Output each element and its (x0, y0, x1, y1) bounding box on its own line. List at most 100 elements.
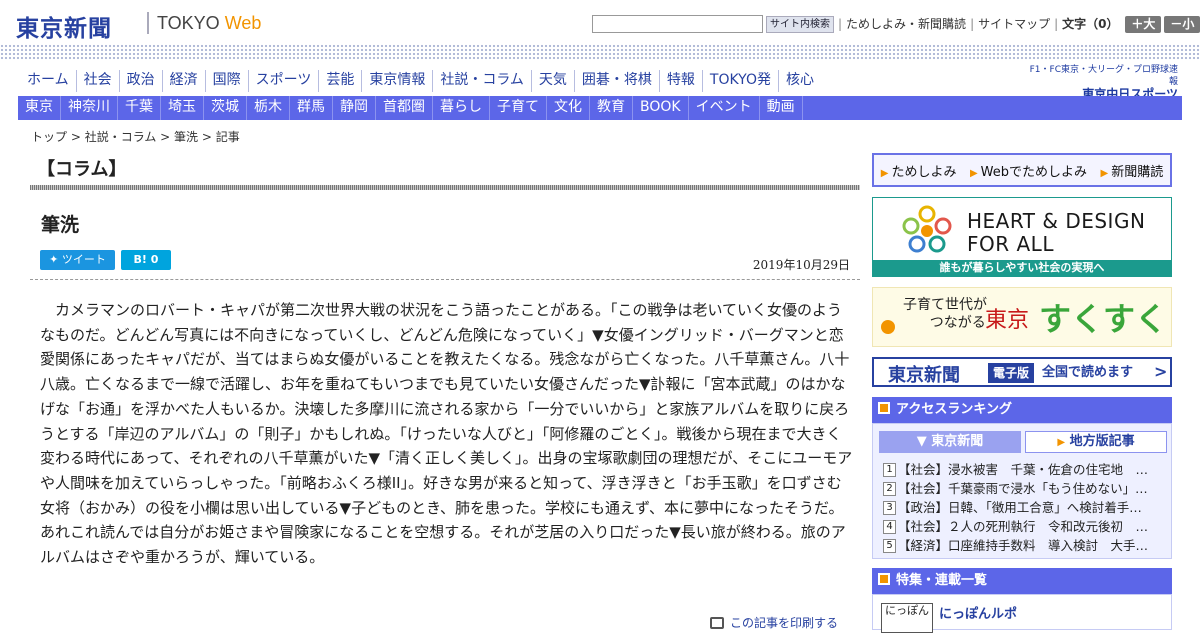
region-item[interactable]: BOOK (633, 96, 689, 120)
rank-text: 【政治】日韓、「徴用工合意」へ検討着手… (898, 500, 1142, 515)
logo-en-text: TOKYO (157, 13, 220, 33)
nav-item[interactable]: TOKYO発 (701, 70, 778, 92)
nav-item[interactable]: 社説・コラム (432, 70, 531, 92)
region-item[interactable]: 教育 (590, 96, 633, 120)
digital-edition-banner[interactable]: 東京新聞 電子版 全国で読めます > (872, 357, 1172, 387)
nav-item[interactable]: 天気 (530, 70, 574, 92)
heart-design-logo-icon (902, 205, 952, 253)
search-input[interactable] (592, 15, 763, 33)
logo-divider (147, 12, 149, 34)
region-item[interactable]: 東京 (18, 96, 61, 120)
region-item[interactable]: 群馬 (290, 96, 333, 120)
nav-item[interactable]: ホーム (20, 70, 76, 92)
region-item[interactable]: 埼玉 (161, 96, 204, 120)
region-item[interactable]: イベント (689, 96, 760, 120)
breadcrumb-page[interactable]: 筆洗 (174, 130, 198, 144)
region-item[interactable]: 静岡 (333, 96, 376, 120)
sukusuku-logo: すくすく (1039, 300, 1168, 338)
nav-item[interactable]: 国際 (204, 70, 248, 92)
nav-item[interactable]: 芸能 (318, 70, 361, 92)
nav-item[interactable]: 社会 (75, 70, 119, 92)
region-item[interactable]: 子育て (490, 96, 547, 120)
triangle-icon: ▶ (1057, 437, 1066, 448)
nav-item[interactable]: 囲碁・将棋 (573, 70, 659, 92)
font-smaller-button[interactable]: －小 (1164, 16, 1200, 33)
rank-number: 1 (883, 463, 896, 477)
subscribe-link-label: 新聞購読 (1111, 164, 1164, 180)
region-item[interactable]: 栃木 (247, 96, 290, 120)
region-item[interactable]: 暮らし (433, 96, 490, 120)
link-divider: | (838, 17, 843, 31)
ranking-item[interactable]: 5 【経済】口座維持手数料 導入検討 大手… (883, 536, 1167, 555)
site-header: 東京新聞 TOKYO Web サイト内検索 | ためしよみ・新聞購読 | サイトマップ… (0, 0, 1200, 44)
ranking-tab-tokyo[interactable]: ▼ 東京新聞 (879, 431, 1021, 453)
heart-title-line2: FOR ALL (967, 232, 1054, 256)
ranking-panel: ▼ 東京新聞 ▶ 地方版記事 1 【社会】浸水被害 千葉・佐倉の住宅地 … 2 【社… (872, 423, 1172, 559)
tweet-button[interactable]: ✦ ツイート (40, 250, 115, 270)
ranking-item[interactable]: 1 【社会】浸水被害 千葉・佐倉の住宅地 … (883, 460, 1167, 479)
link-divider: | (970, 17, 975, 31)
search-button[interactable]: サイト内検索 (766, 16, 834, 33)
ranking-tab-local[interactable]: ▶ 地方版記事 (1025, 431, 1167, 453)
region-item[interactable]: 動画 (760, 96, 803, 120)
nav-item[interactable]: 特報 (658, 70, 702, 92)
ranking-item[interactable]: 3 【政治】日韓、「徴用工合意」へ検討着手… (883, 498, 1167, 517)
tokyo-web-logo[interactable]: TOKYO Web (157, 13, 261, 34)
sukusuku-tagline-1: 子育て世代が (903, 297, 987, 313)
region-item[interactable]: 千葉 (118, 96, 161, 120)
ranking-list: 1 【社会】浸水被害 千葉・佐倉の住宅地 … 2 【社会】千葉豪雨で浸水「もう住めな… (883, 460, 1167, 555)
printer-icon (710, 617, 724, 629)
triangle-icon: ▶ (969, 167, 978, 179)
rank-text: 【経済】口座維持手数料 導入検討 大手… (898, 538, 1149, 553)
nav-item[interactable]: 政治 (118, 70, 162, 92)
region-item[interactable]: 首都圏 (376, 96, 433, 120)
trial-link-label: ためしよみ (891, 164, 957, 180)
sukusuku-banner[interactable]: 子育て世代が つながる 東京 すくすく (872, 287, 1172, 347)
square-icon (878, 402, 890, 414)
hatena-bookmark-button[interactable]: B! 0 (121, 250, 171, 270)
nav-item[interactable]: 経済 (161, 70, 205, 92)
rank-number: 2 (883, 482, 896, 496)
rank-text: 【社会】浸水被害 千葉・佐倉の住宅地 … (898, 462, 1149, 477)
feature-thumbnail[interactable]: にっぽん (881, 603, 933, 633)
web-trial-link[interactable]: ▶ Webでためしよみ (970, 161, 1087, 180)
breadcrumb-top[interactable]: トップ (31, 130, 67, 144)
digital-badge: 電子版 (988, 363, 1035, 383)
region-item[interactable]: 茨城 (204, 96, 247, 120)
region-nav: 東京 神奈川 千葉 埼玉 茨城 栃木 群馬 静岡 首都圏 暮らし 子育て 文化 … (18, 96, 1182, 120)
breadcrumb-current: 記事 (215, 130, 240, 144)
font-larger-button[interactable]: ＋大 (1125, 16, 1162, 33)
article-title: 筆洗 (41, 214, 80, 236)
chunichi-sports-banner[interactable]: F1・FC東京・大リーグ・プロ野球速報 東京中日スポーツ (1026, 64, 1178, 100)
site-logo[interactable]: 東京新聞 (16, 9, 112, 43)
region-item[interactable]: 文化 (547, 96, 590, 120)
nav-item[interactable]: 核心 (777, 70, 821, 92)
triangle-icon: ▶ (880, 167, 889, 179)
sitemap-link[interactable]: サイトマップ (978, 17, 1050, 31)
main-nav: ホーム 社会 政治 経済 国際 スポーツ 芸能 東京情報 社説・コラム 天気 囲… (20, 70, 821, 92)
ranking-tab-label: 地方版記事 (1069, 434, 1135, 449)
heart-design-banner[interactable]: HEART & DESIGN FOR ALL 誰もが暮らしやすい社会の実現へ (872, 197, 1172, 277)
breadcrumb-section[interactable]: 社説・コラム (85, 130, 157, 144)
twitter-bird-icon: ✦ (49, 253, 59, 266)
print-article-link[interactable]: この記事を印刷する (710, 614, 838, 631)
digital-logo: 東京新聞 (888, 365, 960, 386)
features-panel: にっぽん にっぽんルポ (872, 594, 1172, 633)
trial-subscribe-link[interactable]: ためしよみ・新聞購読 (846, 17, 966, 31)
square-icon (878, 573, 890, 585)
subscribe-link[interactable]: ▶ 新聞購読 (1101, 161, 1164, 180)
nav-item[interactable]: スポーツ (247, 70, 319, 92)
link-divider: | (1054, 17, 1059, 31)
region-item[interactable]: 神奈川 (61, 96, 118, 120)
trial-link[interactable]: ▶ ためしよみ (881, 161, 957, 180)
sukusuku-tagline: 子育て世代が つながる (903, 296, 987, 332)
ranking-item[interactable]: 4 【社会】２人の死刑執行 令和改元後初 … (883, 517, 1167, 536)
nav-item[interactable]: 東京情報 (361, 70, 432, 92)
digital-text: 全国で読めます (1042, 365, 1134, 380)
features-title: 特集・連載一覧 (896, 573, 988, 588)
ranking-item[interactable]: 2 【社会】千葉豪雨で浸水「もう住めない」… (883, 479, 1167, 498)
feature-link[interactable]: にっぽんルポ (939, 603, 1017, 622)
rank-number: 5 (883, 539, 896, 553)
section-title: 【コラム】 (37, 159, 127, 180)
tweet-label: ツイート (61, 253, 106, 266)
